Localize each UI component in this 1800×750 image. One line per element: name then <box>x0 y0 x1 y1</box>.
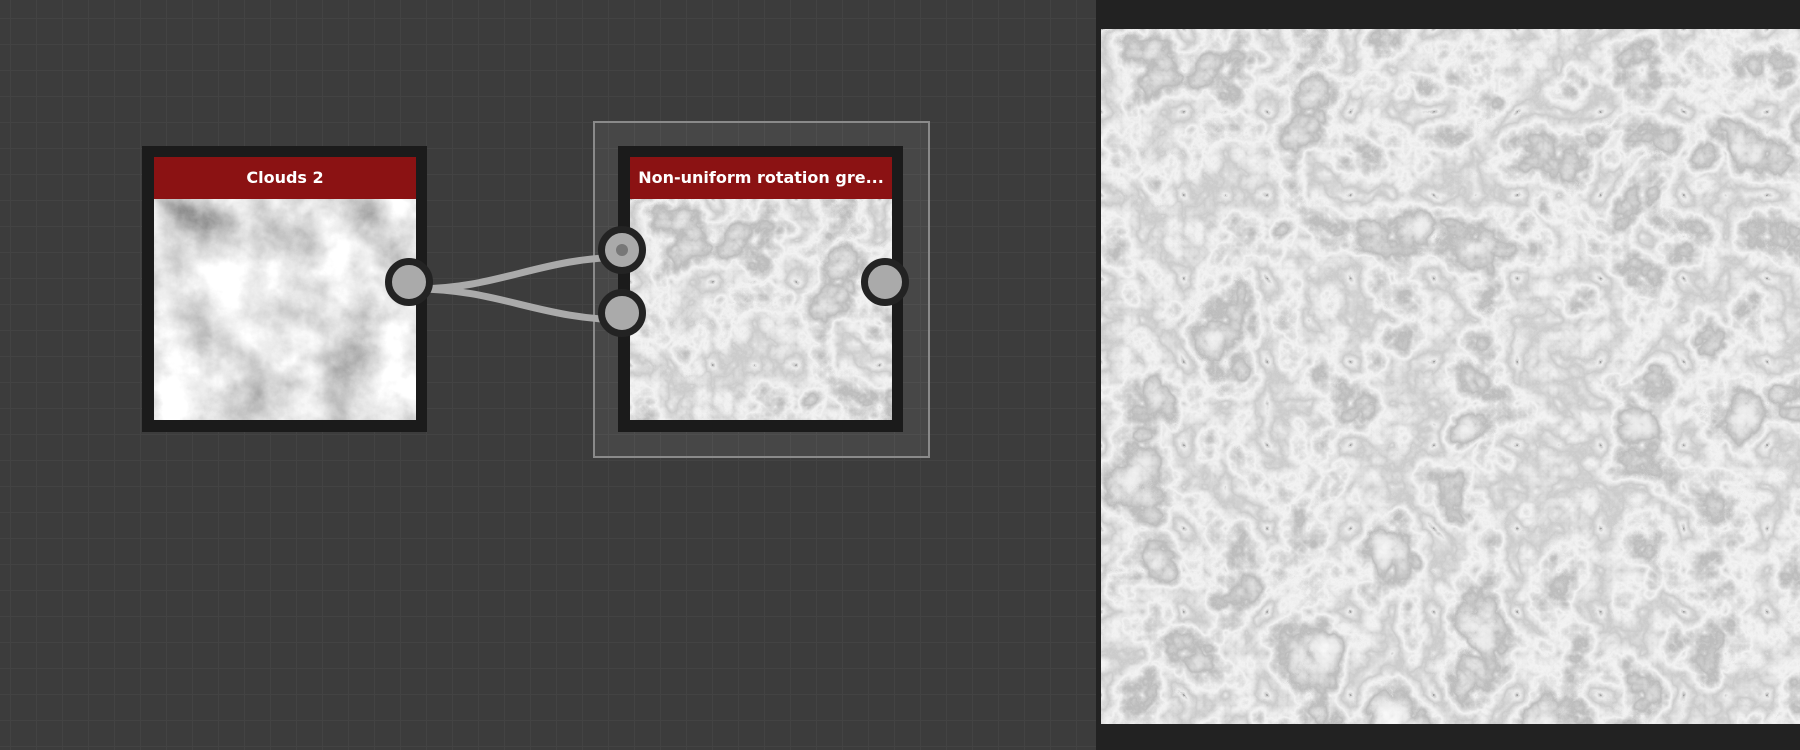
clouds-output-port[interactable] <box>385 258 433 306</box>
node-graph-canvas[interactable]: Clouds 2 Non-uniform rotation gre... <box>0 0 1096 750</box>
rotation-output-port[interactable] <box>861 258 909 306</box>
preview-panel <box>1096 0 1800 750</box>
node-title: Clouds 2 <box>154 157 416 199</box>
node-title: Non-uniform rotation gre... <box>630 157 892 199</box>
clouds-thumbnail <box>154 199 416 420</box>
wire-to-input-1[interactable] <box>415 253 630 293</box>
node-non-uniform-rotation[interactable]: Non-uniform rotation gre... <box>618 146 903 432</box>
rotation-input-port-2[interactable] <box>598 289 646 337</box>
rotation-input-port-1[interactable] <box>598 226 646 274</box>
rotation-thumbnail <box>630 199 892 420</box>
preview-image[interactable] <box>1101 29 1800 724</box>
wire-to-input-2[interactable] <box>415 285 630 324</box>
node-clouds-2[interactable]: Clouds 2 <box>142 146 427 432</box>
